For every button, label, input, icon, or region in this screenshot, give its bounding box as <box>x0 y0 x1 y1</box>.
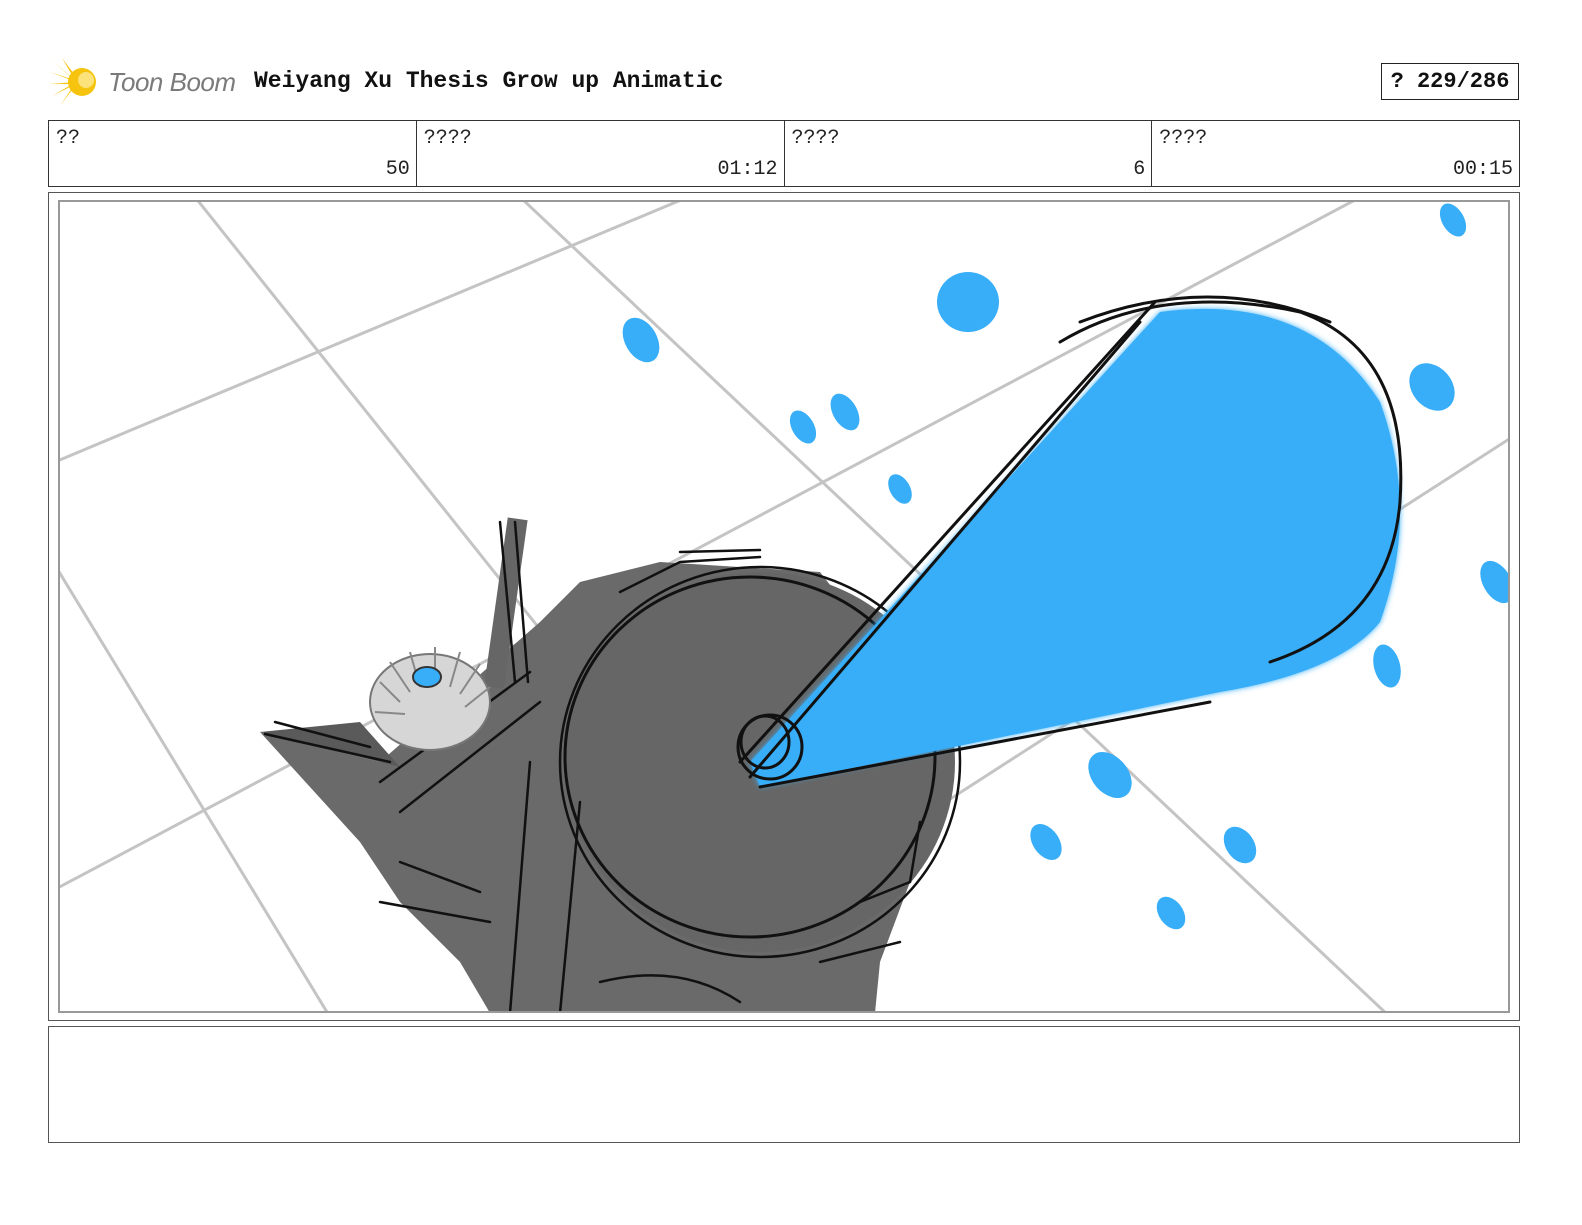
info-label: ???? <box>423 127 472 150</box>
info-cell-3: ???? 6 <box>785 121 1153 186</box>
info-value: 6 <box>1133 158 1146 181</box>
sketch-crown-badge <box>369 647 491 751</box>
info-cell-2: ???? 01:12 <box>417 121 785 186</box>
info-value: 50 <box>385 158 410 181</box>
document-title: Weiyang Xu Thesis Grow up Animatic <box>254 68 724 94</box>
storyboard-panel-image <box>58 200 1510 1013</box>
info-cell-1: ?? 50 <box>49 121 417 186</box>
info-label: ???? <box>1159 127 1208 150</box>
info-value: 00:15 <box>1452 158 1513 181</box>
info-label: ?? <box>56 127 81 150</box>
blue-light-beam <box>736 295 1403 789</box>
sketch-drawing <box>60 202 1508 1011</box>
page-counter: ? 229/286 <box>1381 63 1519 100</box>
info-label: ???? <box>791 127 840 150</box>
logo-text: Toon Boom <box>108 66 236 97</box>
info-cell-4: ???? 00:15 <box>1152 121 1519 186</box>
storyboard-panel-frame <box>48 192 1520 1021</box>
toon-boom-logo: Toon Boom <box>50 56 236 108</box>
toon-boom-burst-icon <box>50 58 96 106</box>
info-value: 01:12 <box>717 158 778 181</box>
panel-info-row: ?? 50 ???? 01:12 ???? 6 ???? 00:15 <box>48 120 1520 187</box>
panel-notes-box <box>48 1026 1520 1143</box>
